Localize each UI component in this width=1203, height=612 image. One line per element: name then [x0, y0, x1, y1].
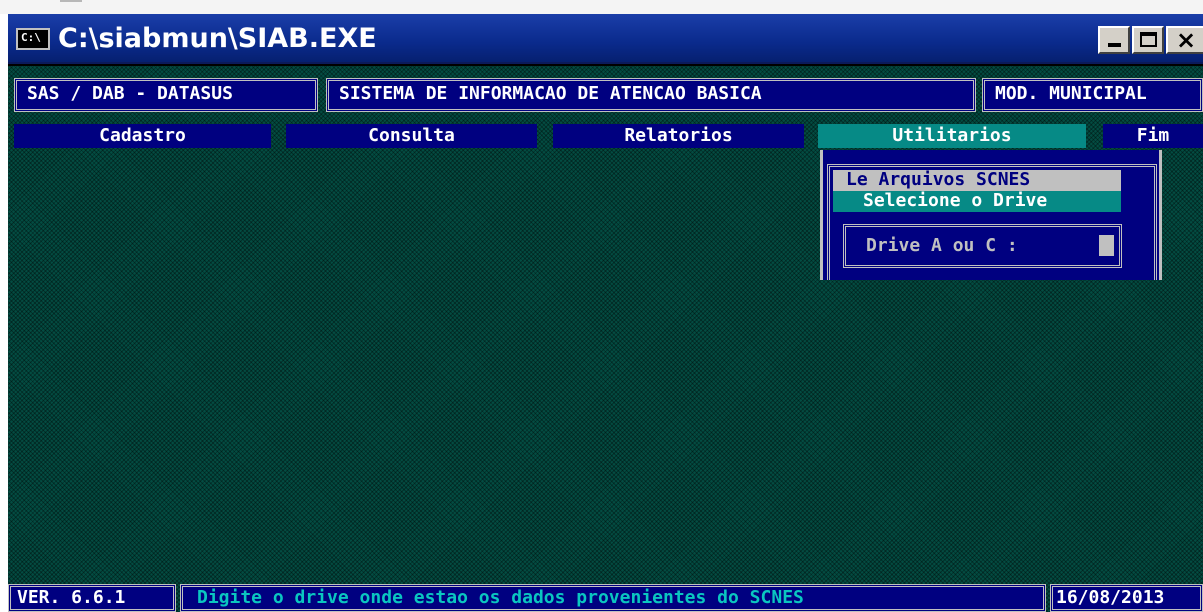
- drive-input[interactable]: [1099, 235, 1114, 256]
- minimize-button[interactable]: [1098, 26, 1130, 54]
- window-title: C:\siabmun\SIAB.EXE: [58, 23, 377, 54]
- menu-consulta[interactable]: Consulta: [286, 124, 537, 148]
- header-system: SISTEMA DE INFORMACAO DE ATENCAO BASICA: [326, 78, 976, 112]
- status-bar: VER. 6.6.1 Digite o drive onde estao os …: [8, 584, 1203, 612]
- maximize-button[interactable]: [1132, 26, 1164, 54]
- option-le-arquivos-scnes[interactable]: Le Arquivos SCNES: [833, 170, 1121, 191]
- close-button[interactable]: ×: [1166, 26, 1203, 54]
- menu-relatorios[interactable]: Relatorios: [553, 124, 804, 148]
- version-label: VER. 6.6.1: [8, 584, 176, 612]
- maximize-icon: [1140, 32, 1157, 47]
- close-icon: ×: [1176, 26, 1197, 54]
- console-icon-text: C:\: [21, 31, 41, 44]
- top-strip: [0, 0, 1203, 14]
- option-selecione-o-drive[interactable]: Selecione o Drive: [833, 191, 1121, 212]
- menu-bar: Cadastro Consulta Relatorios Utilitarios…: [8, 124, 1203, 150]
- drive-prompt-box: Drive A ou C :: [843, 224, 1122, 268]
- header-module: MOD. MUNICIPAL: [982, 78, 1203, 112]
- menu-utilitarios[interactable]: Utilitarios: [818, 124, 1086, 148]
- menu-fim[interactable]: Fim: [1103, 124, 1203, 148]
- status-date: 16/08/2013: [1050, 584, 1203, 612]
- header-org: SAS / DAB - DATASUS: [14, 78, 318, 112]
- drive-prompt-label: Drive A ou C :: [866, 235, 1018, 256]
- console-area: SAS / DAB - DATASUS SISTEMA DE INFORMACA…: [8, 66, 1203, 612]
- console-icon[interactable]: C:\: [16, 28, 50, 50]
- title-bar[interactable]: C:\ C:\siabmun\SIAB.EXE ×: [8, 14, 1203, 64]
- utilitarios-dropdown: Le Arquivos SCNES Selecione o Drive Driv…: [820, 150, 1162, 280]
- console-window: C:\ C:\siabmun\SIAB.EXE × SAS / DAB - DA…: [8, 14, 1203, 612]
- status-message: Digite o drive onde estao os dados prove…: [180, 584, 1046, 612]
- menu-cadastro[interactable]: Cadastro: [14, 124, 271, 148]
- partial-window-edge: [60, 0, 82, 8]
- minimize-icon: [1108, 43, 1121, 47]
